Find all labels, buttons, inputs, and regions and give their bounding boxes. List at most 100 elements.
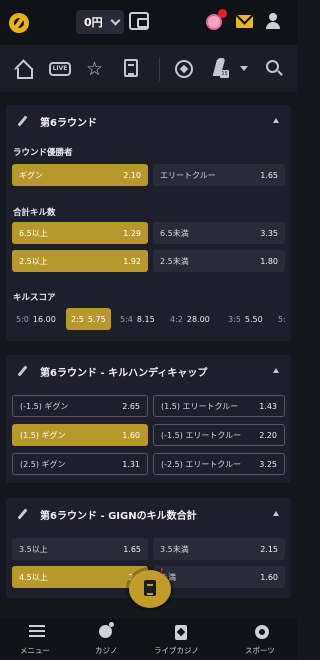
balance-amount: 0円: [84, 16, 103, 29]
top-bar: 0円: [0, 0, 297, 45]
esports-icon[interactable]: [211, 58, 229, 80]
score-price: 5.50: [244, 314, 263, 324]
sword-icon: [16, 365, 28, 377]
odd-button[interactable]: エリートクルー 1.65: [153, 164, 285, 186]
score-odd-button[interactable]: 5:: [274, 308, 285, 330]
odd-label: 4.5以上: [19, 572, 48, 582]
odd-price: 3.25: [259, 459, 277, 469]
odd-label: (1.5) エリートクルー: [161, 401, 239, 411]
score-label: 4:2: [170, 314, 183, 324]
search-icon[interactable]: [266, 60, 279, 73]
odd-button[interactable]: 3.5以上 1.65: [12, 538, 148, 560]
bottom-nav-label: ライブカジノ: [154, 646, 199, 655]
market-card-round-6: 第6ラウンド ラウンド優勝者 ギグン 2.10 エリートクルー 1.65 合計キ…: [6, 105, 291, 341]
odd-label: 3.5未満: [160, 544, 189, 554]
collapse-icon[interactable]: [273, 368, 279, 373]
score-price: 5.75: [87, 314, 106, 324]
mail-icon[interactable]: [236, 15, 253, 28]
score-label: 5:0: [16, 314, 29, 324]
odd-label: ギグン: [19, 170, 43, 180]
market-title: 第6ラウンド: [40, 118, 97, 129]
odd-label: (1.5) ギグン: [20, 430, 66, 440]
odd-price: 1.43: [259, 401, 277, 411]
odd-price: 2.15: [260, 544, 278, 554]
notification-dot: [218, 9, 227, 18]
collapse-icon[interactable]: [273, 118, 279, 123]
odd-price: 1.31: [122, 459, 140, 469]
odd-label: 2.5以上: [19, 256, 48, 266]
odd-price: 2.65: [122, 401, 140, 411]
score-row: 5:0 16.00 2:5 5.75 5:4 8.15 4:2 28.00 3:…: [12, 308, 285, 330]
brand-logo[interactable]: [9, 13, 29, 33]
market-title: 第6ラウンド - GIGNのキル数合計: [40, 511, 197, 522]
soccer-ball-icon[interactable]: [175, 60, 193, 78]
odd-button[interactable]: (1.5) エリートクルー 1.43: [153, 395, 285, 417]
odd-button[interactable]: (-1.5) エリートクルー 2.20: [153, 424, 285, 446]
odd-label: (-2.5) エリートクルー: [161, 459, 242, 469]
odd-button[interactable]: (-2.5) エリートクルー 3.25: [153, 453, 285, 475]
score-odd-button[interactable]: 5:4 8.15: [116, 308, 155, 330]
user-icon[interactable]: [266, 13, 280, 29]
bet-history-icon[interactable]: [124, 59, 138, 77]
score-odd-button[interactable]: 3:5 5.50: [224, 308, 263, 330]
odd-button[interactable]: 6.5未満 3.35: [153, 222, 285, 244]
chevron-down-icon[interactable]: [240, 66, 248, 71]
market-card-header[interactable]: 第6ラウンド: [6, 105, 291, 137]
bottom-nav-casino[interactable]: カジノ: [90, 619, 126, 660]
bottom-nav-label: スポーツ: [245, 646, 275, 655]
wallet-icon[interactable]: [129, 12, 149, 30]
bottom-nav-sports[interactable]: スポーツ: [242, 619, 282, 660]
score-odd-button[interactable]: 5:0 16.00: [12, 308, 56, 330]
odd-price: 2.20: [259, 430, 277, 440]
odd-button[interactable]: 2.5未満 1.80: [153, 250, 285, 272]
score-label: 5:4: [120, 314, 133, 324]
odd-button[interactable]: 2.5以上 1.92: [12, 250, 148, 272]
odd-label: 2.5未満: [160, 256, 189, 266]
score-price: 16.00: [32, 314, 56, 324]
odd-label: エリートクルー: [160, 170, 216, 180]
odd-price: 1.92: [123, 256, 141, 266]
odd-button[interactable]: (2.5) ギグン 1.31: [12, 453, 148, 475]
odd-button[interactable]: ギグン 2.10: [12, 164, 148, 186]
score-odd-button[interactable]: 2:5 5.75: [66, 308, 111, 330]
odd-button[interactable]: (-1.5) ギグン 2.65: [12, 395, 148, 417]
betslip-button[interactable]: [129, 570, 171, 608]
bottom-nav-label: カジノ: [95, 646, 118, 655]
score-label: 3:5: [228, 314, 241, 324]
market-card-header[interactable]: 第6ラウンド - キルハンディキャップ: [6, 355, 291, 387]
odd-label: 6.5以上: [19, 228, 48, 238]
odd-price: 1.60: [122, 430, 140, 440]
score-label: 5:: [278, 314, 285, 324]
market-card-kill-handicap: 第6ラウンド - キルハンディキャップ (-1.5) ギグン 2.65 (1.5…: [6, 355, 291, 483]
star-icon[interactable]: ☆: [86, 60, 104, 79]
bottom-navigation: メニュー カジノ ライブカジノ スポーツ: [0, 619, 297, 660]
odd-price: 1.29: [123, 228, 141, 238]
bottom-nav-live-casino[interactable]: ライブカジノ: [152, 619, 210, 660]
section-label: 合計キル数: [13, 208, 56, 218]
odd-price: 1.65: [123, 544, 141, 554]
sword-icon: [16, 508, 28, 520]
collapse-icon[interactable]: [273, 511, 279, 516]
market-title: 第6ラウンド - キルハンディキャップ: [40, 368, 208, 379]
bottom-nav-label: メニュー: [20, 646, 50, 655]
odd-price: 2.10: [123, 170, 141, 180]
odd-button[interactable]: 未満 1.60: [153, 566, 285, 588]
odd-button[interactable]: 6.5以上 1.29: [12, 222, 148, 244]
odd-button[interactable]: 3.5未満 2.15: [153, 538, 285, 560]
live-icon[interactable]: LIVE: [49, 62, 71, 76]
odd-price: 1.65: [260, 170, 278, 180]
market-card-header[interactable]: 第6ラウンド - GIGNのキル数合計: [6, 498, 291, 530]
balance-selector[interactable]: 0円: [76, 10, 124, 34]
score-odd-button[interactable]: 4:2 28.00: [166, 308, 210, 330]
odd-price: 1.80: [260, 256, 278, 266]
home-icon[interactable]: [14, 60, 33, 79]
bottom-nav-menu[interactable]: メニュー: [18, 619, 56, 660]
odd-label: 6.5未満: [160, 228, 189, 238]
nav-divider: [159, 57, 160, 81]
odd-button[interactable]: (1.5) ギグン 1.60: [12, 424, 148, 446]
odd-button[interactable]: 4.5以上 2.2: [12, 566, 148, 588]
odd-price: 1.60: [260, 572, 278, 582]
live-casino-icon: [175, 625, 187, 640]
betslip-icon: [144, 580, 156, 596]
odd-price: 3.35: [260, 228, 278, 238]
